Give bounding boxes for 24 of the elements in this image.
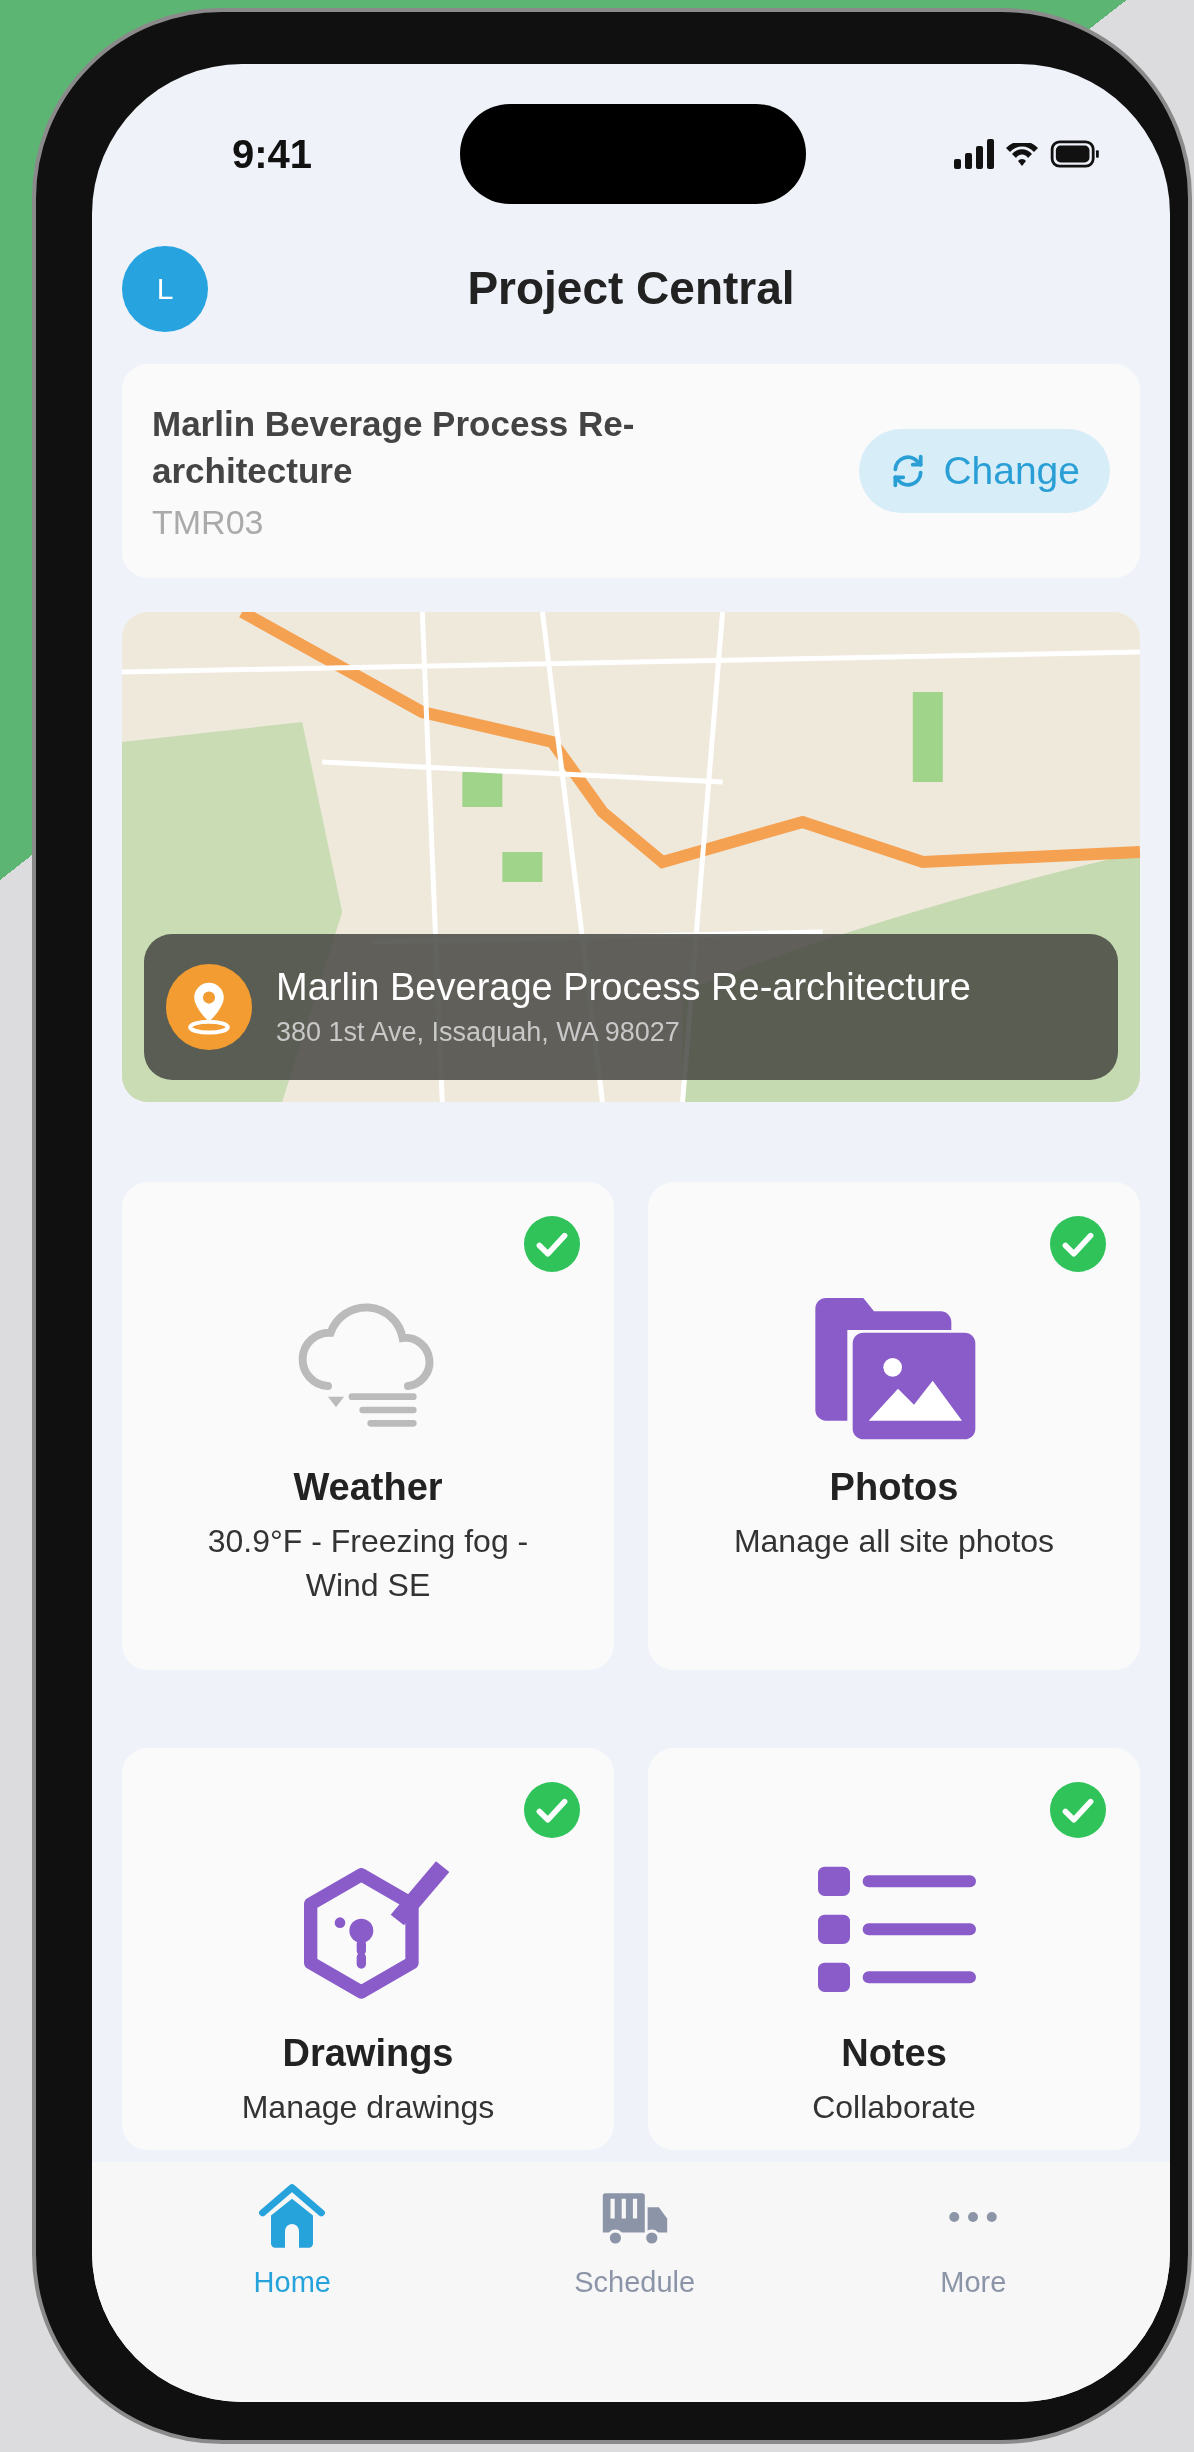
tile-title: Weather xyxy=(293,1465,443,1509)
feature-tile[interactable]: Notes Collaborate xyxy=(648,1747,1140,2150)
tile-description: Collaborate xyxy=(811,2087,977,2127)
status-time: 9:41 xyxy=(232,131,313,177)
tile-title: Photos xyxy=(829,1465,959,1509)
feature-tile[interactable]: Photos Manage all site photos xyxy=(648,1181,1140,1670)
location-address: 380 1st Ave, Issaquah, WA 98027 xyxy=(276,1016,681,1048)
tile-description: Manage drawings xyxy=(240,2087,496,2127)
location-name: Marlin Beverage Process Re-architecture xyxy=(276,965,971,1009)
feature-tile[interactable]: Drawings Manage drawings xyxy=(122,1747,614,2150)
tile-title: Drawings xyxy=(282,2031,454,2075)
battery-icon xyxy=(1050,140,1100,168)
page-title: Project Central xyxy=(467,261,795,315)
tile-title: Notes xyxy=(841,2031,947,2075)
location-overlay[interactable]: Marlin Beverage Process Re-architecture 380 1st Ave, Issaquah, WA 98027 xyxy=(144,933,1118,1080)
tile-description: Manage all site photos xyxy=(732,1521,1056,1561)
feature-tile[interactable]: Weather 30.9°F - Freezing fog - Wind SE xyxy=(122,1181,614,1670)
location-pin-icon xyxy=(166,963,252,1050)
more-icon xyxy=(949,2212,998,2222)
tile-description: 30.9°F - Freezing fog - Wind SE xyxy=(206,1521,530,1606)
project-code: TMR03 xyxy=(152,502,265,542)
project-name: Marlin Beverage Process Re-architecture xyxy=(152,403,636,493)
signal-icon xyxy=(954,139,994,169)
wifi-icon xyxy=(1006,142,1038,166)
